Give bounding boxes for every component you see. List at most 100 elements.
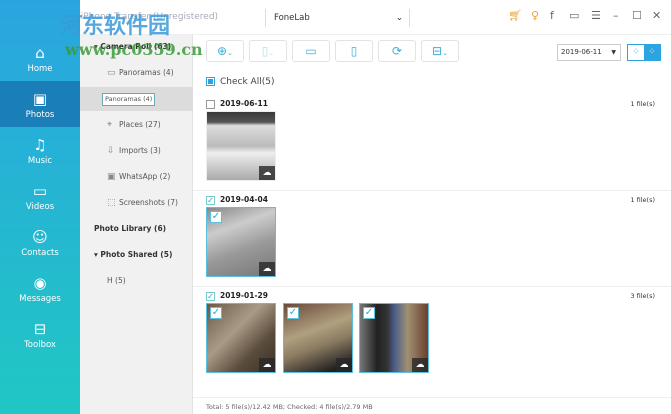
album-label: Panoramas (4) (119, 68, 174, 77)
toolbox-button[interactable]: ⊟⌄ (421, 40, 459, 62)
nav-contacts[interactable]: ☺ Contacts (0, 219, 80, 265)
nav-messages[interactable]: ◉ Messages (0, 265, 80, 311)
section-date: 2019-01-29 (220, 291, 268, 300)
maximize-icon[interactable]: ☐ (632, 9, 642, 22)
section-checkbox[interactable] (206, 99, 215, 109)
album-panoramas[interactable]: ▭ Panoramas (4) (80, 61, 193, 85)
photo-thumbnail[interactable]: ✓ ☁ (206, 303, 276, 373)
close-icon[interactable]: ✕ (652, 9, 661, 22)
delete-button[interactable]: ▯ (335, 40, 373, 62)
check-all-label: Check All(5) (220, 77, 275, 87)
grid-large-icon[interactable]: ⁘ (644, 45, 660, 60)
section-date: 2019-06-11 (220, 99, 268, 108)
album-panel: ▾ Camera Roll (63) ▭ Panoramas (4) Panora… (80, 35, 193, 414)
date-filter-value: 2019-06-11 (561, 48, 602, 56)
videos-icon: ▭ (32, 182, 48, 200)
whatsapp-icon: ▣ (107, 172, 116, 182)
refresh-button[interactable]: ⟳ (378, 40, 416, 62)
date-filter-select[interactable]: 2019-06-11 ▼ (557, 44, 621, 61)
panorama-icon: ▭ (107, 68, 116, 78)
album-photo-shared[interactable]: ▾ Photo Shared (5) (80, 243, 193, 267)
check-all-checkbox[interactable] (206, 77, 215, 86)
grid-small-icon[interactable]: ⁘ (628, 45, 644, 60)
photos-icon: ▣ (32, 90, 48, 108)
album-selected-row[interactable]: Panoramas (4) (80, 87, 193, 111)
album-label: Camera Roll (63) (100, 42, 172, 51)
export-pc-button[interactable]: ▭ (292, 40, 330, 62)
album-label: Photo Library (6) (94, 224, 167, 233)
chevron-down-icon: ⌄ (395, 13, 403, 23)
nav-label: Toolbox (24, 340, 56, 350)
nav-toolbox[interactable]: ⊟ Toolbox (0, 311, 80, 357)
album-whatsapp[interactable]: ▣ WhatsApp (2) (80, 165, 193, 189)
date-section: ✓ 2019-01-29 3 file(s) ✓ ☁ ✓ ☁ ✓ ☁ (193, 286, 671, 397)
toolbox-icon: ⊟ (33, 320, 47, 338)
section-checkbox[interactable]: ✓ (206, 291, 215, 301)
album-screenshots[interactable]: ⬚ Screenshots (7) (80, 191, 193, 215)
check-all[interactable]: Check All(5) (206, 77, 274, 87)
section-count: 1 file(s) (630, 196, 655, 204)
section-count: 1 file(s) (630, 100, 655, 108)
music-icon: ♫ (33, 136, 47, 154)
nav-label: Videos (25, 202, 55, 212)
photo-thumbnail[interactable]: ☁ (206, 111, 276, 181)
date-section: ✓ 2019-04-04 1 file(s) ✓ ☁ (193, 190, 671, 286)
feedback-icon[interactable]: ▭ (569, 9, 579, 22)
checked-icon[interactable]: ✓ (210, 307, 222, 319)
screenshots-icon: ⬚ (107, 198, 116, 208)
album-label: WhatsApp (2) (119, 172, 171, 181)
checked-icon[interactable]: ✓ (210, 211, 222, 223)
album-h[interactable]: H (5) (80, 269, 193, 293)
places-icon: ⌖ (107, 120, 113, 130)
section-checkbox[interactable]: ✓ (206, 195, 215, 205)
nav-photos[interactable]: ▣ Photos (0, 81, 80, 127)
cloud-icon: ☁ (259, 358, 275, 372)
cloud-icon: ☁ (259, 262, 275, 276)
cart-icon[interactable]: 🛒︎ (508, 9, 522, 22)
cloud-icon: ☁ (336, 358, 352, 372)
status-bar: Total: 5 file(s)/12.42 MB; Checked: 4 fi… (193, 397, 671, 414)
section-header[interactable]: ✓ 2019-01-29 (206, 291, 268, 301)
messages-icon: ◉ (33, 274, 47, 292)
photo-thumbnail[interactable]: ✓ ☁ (206, 207, 276, 277)
nav-videos[interactable]: ▭ Videos (0, 173, 80, 219)
add-button[interactable]: ⊕⌄ (206, 40, 244, 62)
nav-label: Photos (25, 110, 55, 120)
imports-icon: ⇩ (107, 146, 115, 156)
device-selector[interactable]: FoneLab ⌄ (265, 9, 410, 27)
title-bar: FoneLab iPhone Transfer (Unregistered) F… (0, 0, 671, 35)
nav-home[interactable]: ⌂ Home (0, 35, 80, 81)
nav-label: Music (27, 156, 53, 166)
section-header[interactable]: 2019-06-11 (206, 99, 268, 109)
minimize-icon[interactable]: – (613, 9, 619, 22)
sidebar: ⌂ Home ▣ Photos ♫ Music ▭ Videos ☺ Contacts ◉… (0, 0, 80, 414)
photo-thumbnail[interactable]: ✓ ☁ (283, 303, 353, 373)
key-icon[interactable]: ♀ (531, 9, 539, 22)
nav-music[interactable]: ♫ Music (0, 127, 80, 173)
section-header[interactable]: ✓ 2019-04-04 (206, 195, 268, 205)
view-toggle[interactable]: ⁘ ⁘ (627, 44, 661, 61)
checked-icon[interactable]: ✓ (363, 307, 375, 319)
album-label: H (5) (107, 276, 126, 285)
photo-thumbnail[interactable]: ✓ ☁ (359, 303, 429, 373)
export-device-button[interactable]: ▯⌄ (249, 40, 287, 62)
cloud-icon: ☁ (259, 166, 275, 180)
album-places[interactable]: ⌖ Places (27) (80, 113, 193, 137)
dropdown-arrow-icon: ▼ (611, 49, 616, 56)
facebook-icon[interactable]: f (550, 9, 554, 22)
home-icon: ⌂ (35, 44, 45, 62)
main-content: ⊕⌄ ▯⌄ ▭ ▯ ⟳ ⊟⌄ 2019-06-11 ▼ ⁘ ⁘ Check All(… (193, 35, 671, 414)
nav-label: Home (27, 64, 53, 74)
album-camera-roll[interactable]: ▾ Camera Roll (63) (80, 35, 193, 59)
section-count: 3 file(s) (630, 292, 655, 300)
album-label: Places (27) (119, 120, 161, 129)
section-date: 2019-04-04 (220, 195, 268, 204)
checked-icon[interactable]: ✓ (287, 307, 299, 319)
album-imports[interactable]: ⇩ Imports (3) (80, 139, 193, 163)
menu-icon[interactable]: ☰ (591, 9, 601, 22)
cloud-icon: ☁ (412, 358, 428, 372)
tooltip: Panoramas (4) (102, 93, 156, 106)
date-section: 2019-06-11 1 file(s) ☁ (193, 95, 671, 191)
album-photo-library[interactable]: Photo Library (6) (80, 217, 193, 241)
album-label: Imports (3) (119, 146, 161, 155)
